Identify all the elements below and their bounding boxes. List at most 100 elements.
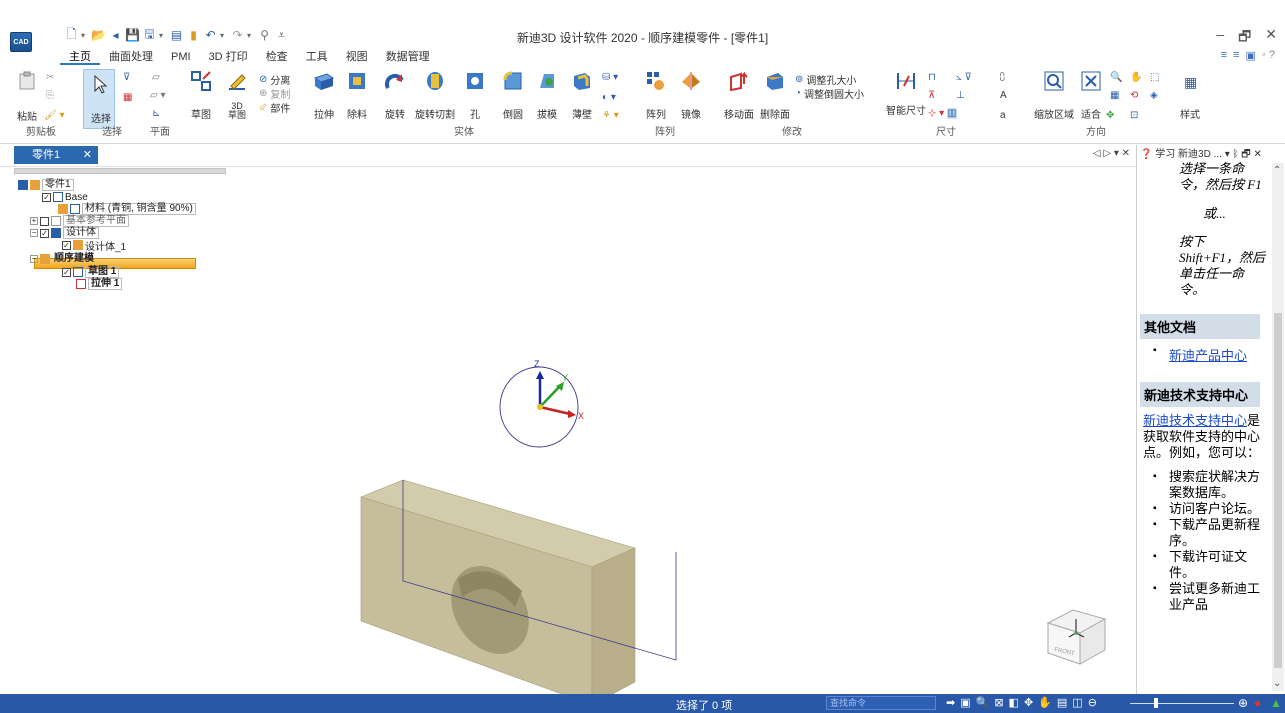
redo-icon[interactable]: ↷ <box>230 28 245 43</box>
save-view-icon[interactable]: ⊡ <box>1130 110 1138 121</box>
zoom-icon[interactable]: 🔍 <box>976 696 990 709</box>
expand-icon[interactable]: + <box>30 217 38 225</box>
tree-item-ref-planes[interactable]: + 基本参考平面 <box>30 215 129 227</box>
tab-navigation-controls[interactable]: ◁ ▷ ▾ ✕ <box>1093 148 1130 159</box>
fit-button[interactable]: 适合 <box>1080 70 1102 121</box>
delete-face-button[interactable]: 删除面 <box>760 70 790 121</box>
scroll-up-icon[interactable]: ⌃ <box>1273 165 1281 176</box>
dropdown-arrow-icon[interactable]: ▾ <box>247 31 255 40</box>
annotation-icon[interactable]: ⩇ <box>1000 72 1005 83</box>
checkbox-checked[interactable]: ✓ <box>62 240 71 250</box>
print-icon[interactable]: ▤ <box>169 28 184 43</box>
collapse-icon[interactable]: − <box>30 229 38 237</box>
thicken-icon[interactable]: ◐ ▾ <box>602 92 616 103</box>
coordinate-system-icon[interactable]: ⊾ <box>152 108 160 119</box>
extrude-button[interactable]: 拉伸 <box>313 70 335 121</box>
support-center-link[interactable]: 新迪技术支持中心 <box>1143 413 1247 428</box>
tab-view[interactable]: 视图 <box>337 49 377 65</box>
rotate-icon[interactable]: ✥ <box>1024 696 1033 709</box>
pan-icon[interactable]: ✋ <box>1038 696 1052 709</box>
close-tab-icon[interactable]: ✕ <box>83 146 92 164</box>
pattern-button[interactable]: 阵列 <box>645 70 667 121</box>
help-scrollbar-thumb[interactable] <box>1274 313 1282 668</box>
restore-button[interactable]: 🗗 <box>1238 26 1251 50</box>
back-icon[interactable]: ◂ <box>108 28 123 43</box>
tab-tools[interactable]: 工具 <box>297 49 337 65</box>
zoom-area-button[interactable]: 缩放区域 <box>1034 70 1074 121</box>
hole-button[interactable]: 孔 <box>464 70 486 121</box>
dropdown-arrow-icon[interactable]: ▾ <box>159 31 167 40</box>
status-ok-icon[interactable]: ▲ <box>1270 696 1282 710</box>
format-painter-icon[interactable]: 🖌 ▾ <box>44 110 65 121</box>
tab-pmi[interactable]: PMI <box>162 49 200 65</box>
adjust-hole-button[interactable]: ⊚ 调整孔大小 <box>795 72 856 87</box>
help-pane-controls[interactable]: ▾ ᛒ 🗗 ✕ <box>1225 149 1262 159</box>
checkbox-checked[interactable]: ✓ <box>42 192 51 202</box>
help-icon[interactable]: ▣ <box>1246 49 1256 62</box>
part-button[interactable]: ⬃ 部件 <box>259 100 290 115</box>
text-icon[interactable]: A <box>1000 90 1007 101</box>
draft-button[interactable]: 拔模 <box>536 70 558 121</box>
tree-item-sketch-1[interactable]: ✓ 草图 1 <box>62 266 120 278</box>
style-icon[interactable]: ▦ <box>1184 74 1197 91</box>
shell-more-icon[interactable]: ⛁ ▾ <box>602 72 618 83</box>
thin-wall-button[interactable]: 薄壁 <box>571 70 593 121</box>
options-icon[interactable]: ◦ ? <box>1262 49 1275 62</box>
view-orient-icon[interactable]: ▦ <box>1110 90 1119 101</box>
shade-icon[interactable]: ◈ <box>1150 90 1158 101</box>
record-icon[interactable]: ● <box>1254 696 1261 710</box>
select-box-icon[interactable]: ▦ <box>123 92 132 103</box>
undo-icon[interactable]: ↶ <box>203 28 218 43</box>
tab-3d-print[interactable]: 3D 打印 <box>200 49 257 65</box>
zoom-slider-thumb[interactable] <box>1154 698 1158 708</box>
fit-icon[interactable]: ⊠ <box>994 696 1003 709</box>
split-button[interactable]: ⊘ 分离 <box>259 72 290 87</box>
view-cube[interactable]: FRONT <box>1046 609 1107 665</box>
collapse-icon[interactable]: − <box>30 255 38 263</box>
sketch-button[interactable]: 草图 <box>190 70 212 121</box>
tab-home[interactable]: 主页 <box>60 49 100 65</box>
rib-icon[interactable]: ⚘ ▾ <box>602 110 619 121</box>
plane-icon[interactable]: ▱ <box>152 72 160 83</box>
chamfer-dim-icon[interactable]: ⊥ <box>956 90 965 101</box>
display-icon[interactable]: ◫ <box>1072 696 1082 709</box>
distance-dim-icon[interactable]: ⊓ <box>928 72 936 83</box>
tree-item-base[interactable]: ✓ Base <box>42 191 88 203</box>
revolve-button[interactable]: 旋转 <box>384 70 406 121</box>
zoom-in-icon[interactable]: ⊕ <box>1238 696 1248 710</box>
tree-item-part[interactable]: 零件1 <box>18 179 74 191</box>
move-face-button[interactable]: 移动面 <box>724 70 754 121</box>
cut-extrude-button[interactable]: 除料 <box>346 70 368 121</box>
tab-surface[interactable]: 曲面处理 <box>100 49 162 65</box>
3d-sketch-button[interactable]: 3D 草图 <box>226 70 248 120</box>
tab-inspect[interactable]: 检查 <box>257 49 297 65</box>
tree-item-design-body-1[interactable]: ✓ 设计体_1 <box>62 239 126 253</box>
text-small-icon[interactable]: a <box>1000 110 1006 121</box>
arrow-icon[interactable]: ➡ <box>946 696 955 709</box>
minimize-button[interactable]: – <box>1216 26 1224 50</box>
spin-icon[interactable]: ⟲ <box>1130 90 1138 101</box>
zoom-slider-track[interactable] <box>1130 703 1234 704</box>
customize-icon[interactable]: ⩡ <box>274 28 289 43</box>
revolve-cut-button[interactable]: 旋转切割 <box>415 70 455 121</box>
3d-viewport[interactable]: Z X Y FRONT 零件1 ✓ Base 材料 (青铜, 铜含量 90%) … <box>0 166 1136 695</box>
adjust-round-button[interactable]: ◔ 调整倒圆大小 <box>795 86 864 101</box>
mirror-button[interactable]: 镜像 <box>680 70 702 121</box>
save-icon[interactable]: 💾 <box>125 28 140 43</box>
angle-icon[interactable]: ⦣ ⊽ <box>956 72 972 83</box>
dropdown-arrow-icon[interactable]: ▾ <box>220 31 228 40</box>
tree-item-material[interactable]: 材料 (青铜, 铜含量 90%) <box>58 203 196 215</box>
script-icon[interactable]: ⚲ <box>257 28 272 43</box>
open-file-icon[interactable]: 📂 <box>91 28 106 43</box>
part-side-face[interactable] <box>591 547 636 695</box>
paste-button[interactable]: 粘贴 <box>16 70 38 123</box>
save-as-icon[interactable]: 🖫 <box>142 27 157 43</box>
new-file-icon[interactable]: 🗋 <box>64 27 79 43</box>
select-button[interactable]: 选择 <box>90 74 112 125</box>
cut-icon[interactable]: ✂ <box>46 72 54 83</box>
checkbox-unchecked[interactable] <box>40 216 49 226</box>
help-scrollbar[interactable]: ⌃ ⌄ <box>1272 163 1284 691</box>
minus-icon[interactable]: ⊖ <box>1088 696 1097 709</box>
copy-sketch-button[interactable]: ⊕ 复制 <box>259 86 290 101</box>
checkbox-checked[interactable]: ✓ <box>62 267 71 277</box>
